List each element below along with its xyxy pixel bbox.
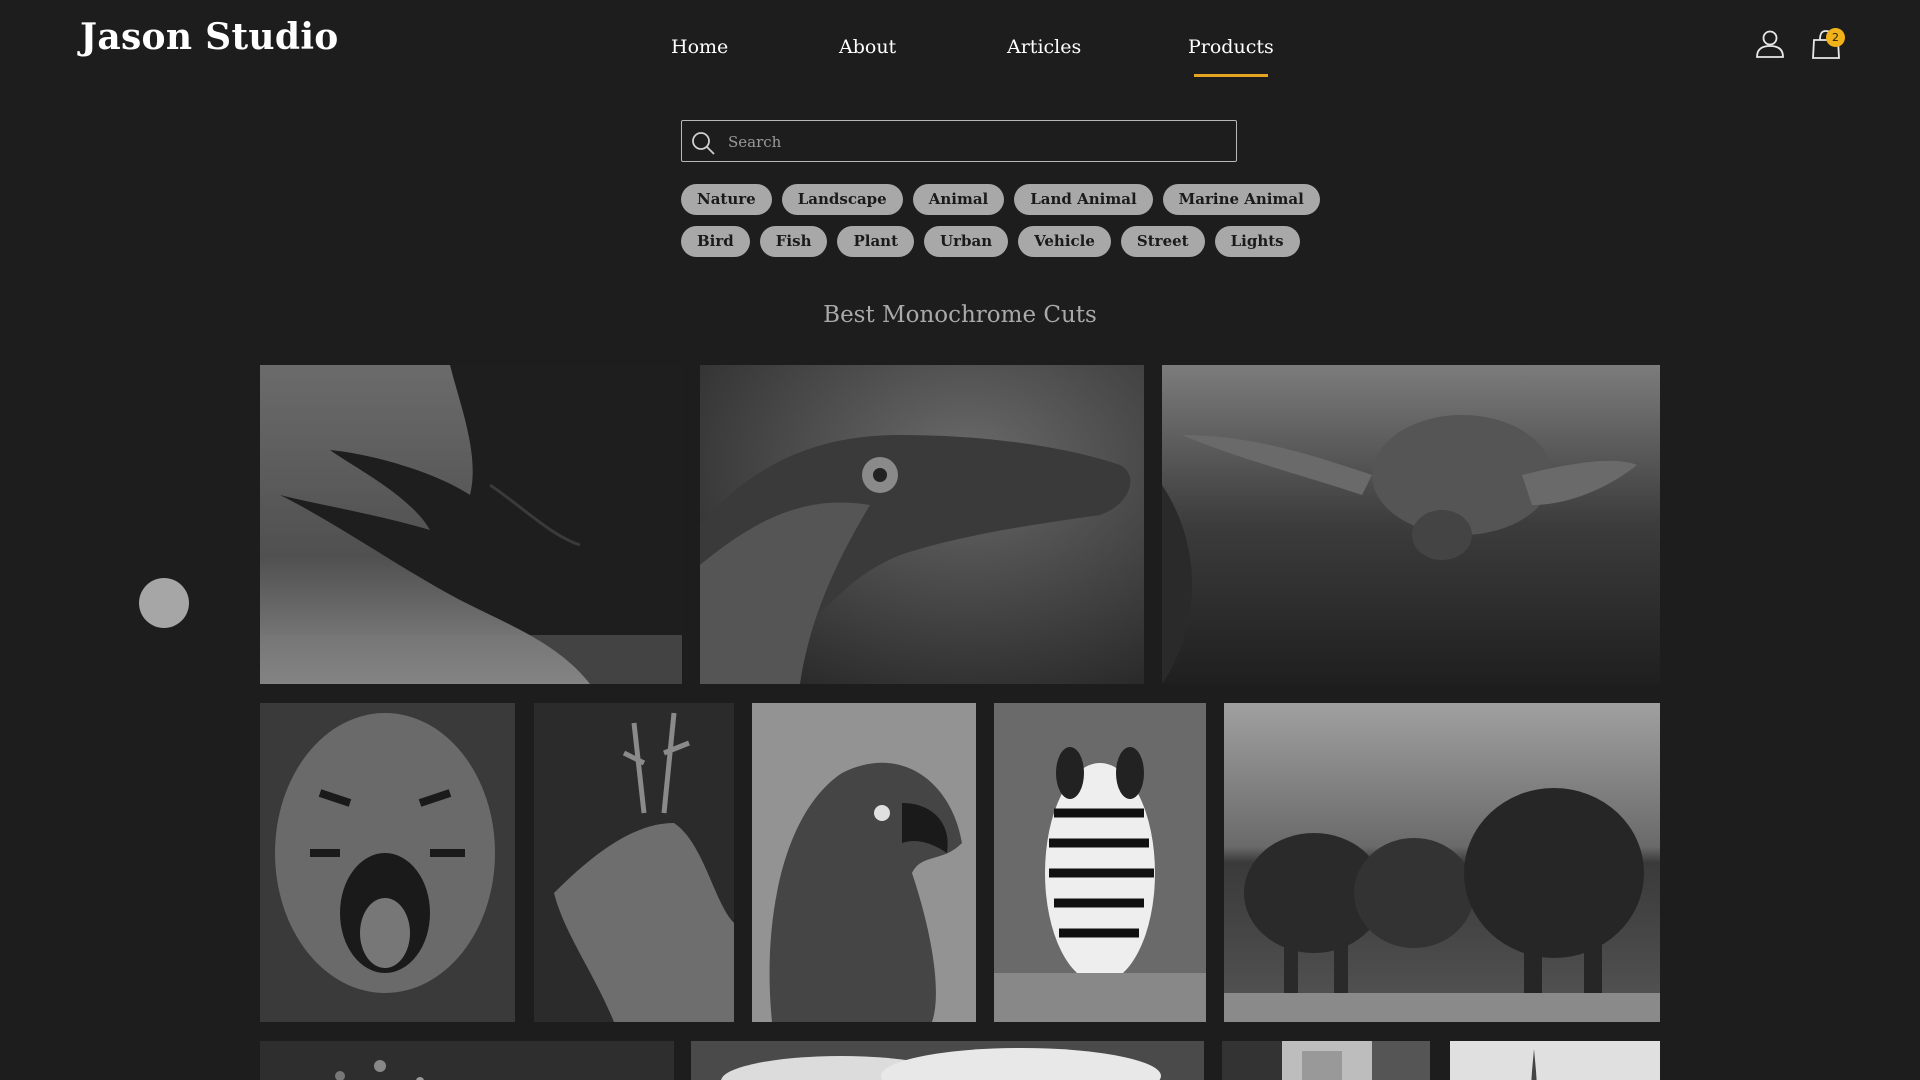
tag-landscape[interactable]: Landscape: [781, 184, 903, 215]
photo-crocodile[interactable]: [700, 365, 1144, 684]
nav-home[interactable]: Home: [671, 36, 728, 58]
photo-clouds[interactable]: [691, 1041, 1204, 1080]
tag-street[interactable]: Street: [1120, 226, 1205, 257]
search-icon: [692, 132, 715, 155]
floating-action-button[interactable]: [139, 578, 189, 628]
photo-city-street[interactable]: [1222, 1041, 1430, 1080]
tag-lights[interactable]: Lights: [1214, 226, 1300, 257]
tag-urban[interactable]: Urban: [924, 226, 1009, 257]
tag-vehicle[interactable]: Vehicle: [1018, 226, 1111, 257]
cart-count-badge: 2: [1826, 28, 1845, 47]
photo-elephants[interactable]: [1224, 703, 1660, 1022]
tag-bird[interactable]: Bird: [681, 226, 750, 257]
gallery-title: Best Monochrome Cuts: [823, 302, 1097, 328]
tag-fish[interactable]: Fish: [759, 226, 828, 257]
main-nav: Home About Articles Products: [0, 36, 1920, 77]
tag-land-animal[interactable]: Land Animal: [1014, 184, 1153, 215]
page: Jason Studio Home About Articles Product…: [0, 0, 1920, 1080]
search-input[interactable]: [726, 121, 1230, 163]
photo-tower[interactable]: [1450, 1041, 1660, 1080]
photo-sea-turtle[interactable]: [1162, 365, 1660, 684]
photo-parrot[interactable]: [752, 703, 976, 1022]
photo-deer[interactable]: [534, 703, 734, 1022]
tag-nature[interactable]: Nature: [681, 184, 772, 215]
nav-products[interactable]: Products: [1188, 36, 1274, 77]
photo-zebra[interactable]: [994, 703, 1206, 1022]
nav-articles[interactable]: Articles: [1007, 36, 1081, 58]
tag-animal[interactable]: Animal: [912, 184, 1005, 215]
tag-plant[interactable]: Plant: [837, 226, 915, 257]
nav-about[interactable]: About: [839, 36, 896, 58]
tag-marine-animal[interactable]: Marine Animal: [1162, 184, 1320, 215]
photo-rhino[interactable]: [260, 365, 682, 684]
photo-tiger[interactable]: [260, 703, 515, 1022]
tag-row-2: Bird Fish Plant Urban Vehicle Street Lig…: [681, 226, 1300, 257]
user-icon[interactable]: [1752, 26, 1788, 62]
tag-row-1: Nature Landscape Animal Land Animal Mari…: [681, 184, 1320, 215]
search-box: [681, 120, 1237, 163]
photo-forest[interactable]: [260, 1041, 674, 1080]
